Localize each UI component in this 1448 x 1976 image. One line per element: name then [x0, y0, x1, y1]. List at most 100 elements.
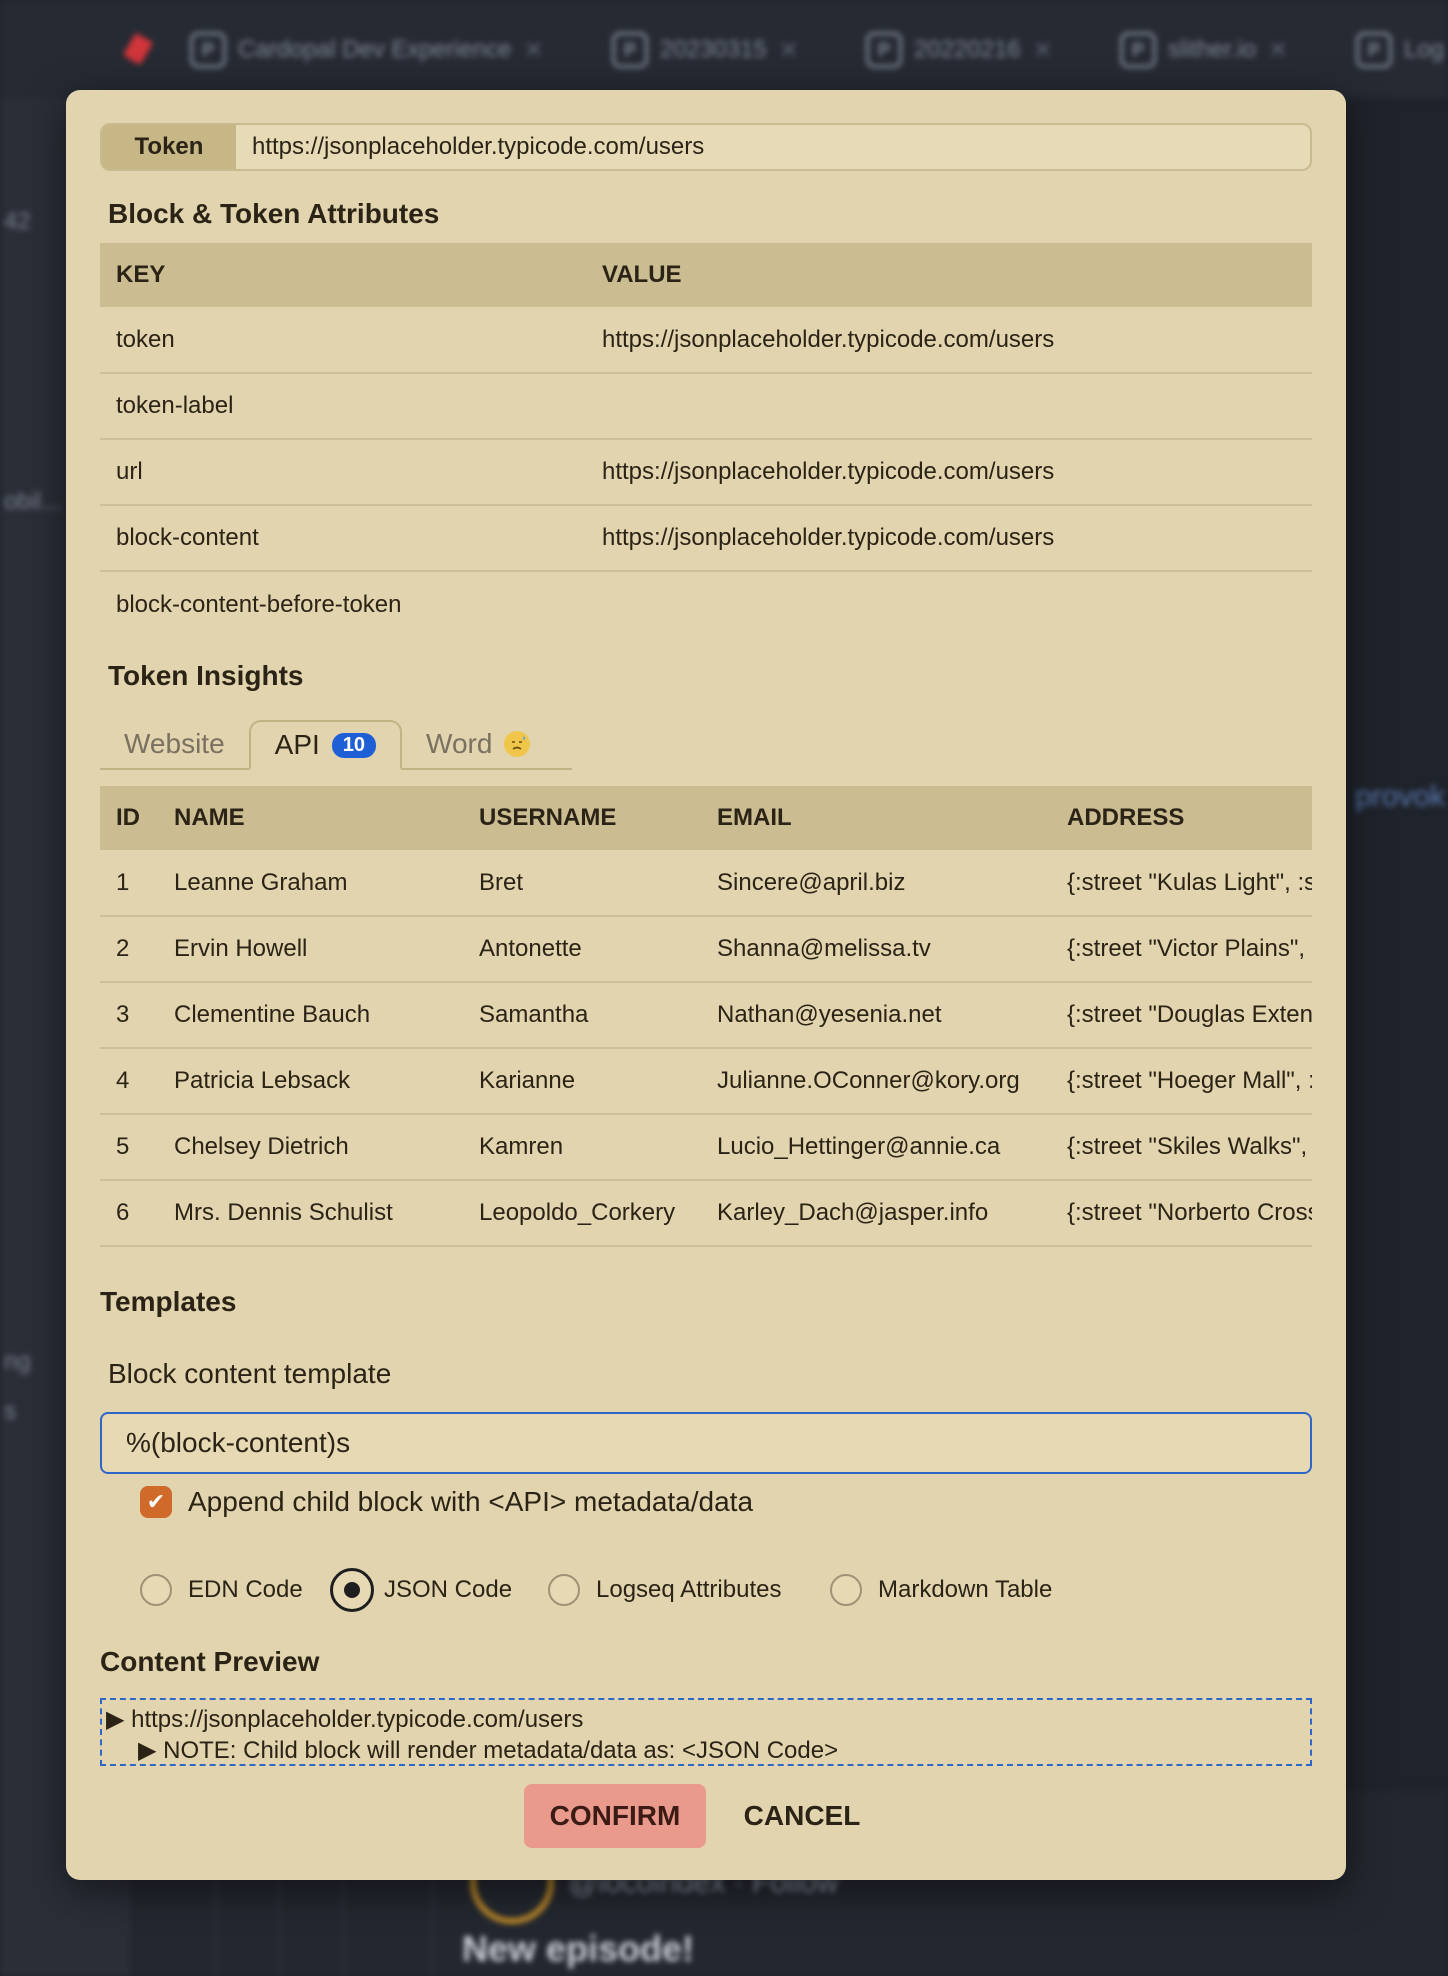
- cell-name: Patricia Lebsack: [158, 1048, 463, 1115]
- sweat-emoji-svg: [505, 732, 530, 756]
- cell-id: 6: [100, 1180, 158, 1247]
- background-tab: P Cardopal Dev Experience ✕: [190, 26, 544, 74]
- radio-button[interactable]: [548, 1574, 580, 1606]
- content-preview-title: Content Preview: [100, 1646, 320, 1677]
- attribute-key: block-content: [100, 505, 586, 572]
- column-header-username: USERNAME: [463, 786, 701, 850]
- cell-username: Karianne: [463, 1048, 701, 1115]
- background-tab-label: 20230315: [660, 36, 767, 63]
- table-row: token-label: [100, 373, 1312, 440]
- cell-username: Kamren: [463, 1114, 701, 1181]
- api-table: ID NAME USERNAME EMAIL ADDRESS 1 Leanne …: [100, 786, 1312, 1247]
- tab-website[interactable]: Website: [100, 720, 249, 768]
- background-link: provok: [1355, 780, 1446, 813]
- cell-id: 3: [100, 982, 158, 1049]
- block-template-label: Block content template: [108, 1358, 392, 1389]
- cell-address: {:street "Skiles Walks", :suite "Suite 3…: [1051, 1114, 1312, 1181]
- cell-email: Lucio_Hettinger@annie.ca: [701, 1114, 1051, 1181]
- radio-label: JSON Code: [384, 1576, 513, 1603]
- cell-name: Ervin Howell: [158, 916, 463, 983]
- column-header-key: KEY: [100, 243, 586, 307]
- close-icon: ✕: [1032, 36, 1053, 64]
- tab-label: Website: [124, 728, 225, 759]
- attributes-table: KEY VALUE token https://jsonplaceholder.…: [100, 243, 1312, 637]
- cell-email: Karley_Dach@jasper.info: [701, 1180, 1051, 1247]
- api-table-scroll[interactable]: ID NAME USERNAME EMAIL ADDRESS 1 Leanne …: [100, 786, 1312, 1247]
- column-header-address: ADDRESS: [1051, 786, 1312, 850]
- background-tab: P 20220216 ✕: [866, 26, 1053, 74]
- cell-name: Clementine Bauch: [158, 982, 463, 1049]
- tab-api[interactable]: API 10: [248, 720, 403, 770]
- preview-line: ▶ NOTE: Child block will render metadata…: [138, 1737, 839, 1764]
- table-row: block-content https://jsonplaceholder.ty…: [100, 505, 1312, 572]
- background-tab-label: 20220216: [914, 36, 1021, 63]
- cell-name: Chelsey Dietrich: [158, 1114, 463, 1181]
- block-template-input[interactable]: %(block-content)s: [100, 1412, 1312, 1474]
- cell-username: Bret: [463, 850, 701, 917]
- confirm-button[interactable]: CONFIRM: [524, 1784, 706, 1848]
- templates-title: Templates: [100, 1286, 237, 1317]
- radio-label: EDN Code: [188, 1576, 303, 1603]
- radio-button[interactable]: [830, 1574, 862, 1606]
- pin-icon: [122, 32, 154, 66]
- attribute-key: block-content-before-token: [116, 590, 402, 618]
- radio-button-selected[interactable]: [330, 1568, 374, 1612]
- table-row: token https://jsonplaceholder.typicode.c…: [100, 307, 1312, 374]
- cell-username: Samantha: [463, 982, 701, 1049]
- cell-name: Leanne Graham: [158, 850, 463, 917]
- content-preview: ▶ https://jsonplaceholder.typicode.com/u…: [100, 1698, 1312, 1766]
- table-row: 5 Chelsey Dietrich Kamren Lucio_Hettinge…: [100, 1114, 1312, 1181]
- cell-username: Leopoldo_Corkery: [463, 1180, 701, 1247]
- table-row: 2 Ervin Howell Antonette Shanna@melissa.…: [100, 916, 1312, 983]
- cell-name: Mrs. Dennis Schulist: [158, 1180, 463, 1247]
- attribute-value: https://jsonplaceholder.typicode.com/use…: [586, 439, 1312, 506]
- tab-label: Word: [426, 728, 493, 759]
- page-icon: P: [1120, 32, 1156, 68]
- count-badge: 10: [331, 732, 377, 758]
- preview-line: ▶ https://jsonplaceholder.typicode.com/u…: [106, 1706, 584, 1733]
- page-icon: P: [866, 32, 902, 68]
- column-header-value: VALUE: [586, 243, 1312, 307]
- background-tab-label: slither.io: [1168, 36, 1257, 63]
- column-header-id: ID: [100, 786, 158, 850]
- cell-address: {:street "Victor Plains", :suite "Suite …: [1051, 916, 1312, 983]
- background-tab-bar: P Cardopal Dev Experience ✕ P 20230315 ✕…: [0, 0, 1448, 98]
- cell-id: 1: [100, 850, 158, 917]
- background-tab: P Log: [1356, 26, 1444, 74]
- tab-label: API: [274, 729, 320, 760]
- page-icon: P: [1356, 32, 1392, 68]
- insights-title: Token Insights: [108, 660, 304, 691]
- attribute-value: [586, 571, 1312, 637]
- token-bar: Token https://jsonplaceholder.typicode.c…: [100, 123, 1312, 171]
- page-icon: P: [612, 32, 648, 68]
- radio-json-code[interactable]: JSON Code: [330, 1568, 513, 1612]
- attribute-value: https://jsonplaceholder.typicode.com/use…: [586, 307, 1312, 374]
- radio-edn-code[interactable]: EDN Code: [140, 1574, 303, 1606]
- column-header-name: NAME: [158, 786, 463, 850]
- close-icon: ✕: [778, 36, 799, 64]
- column-header-email: EMAIL: [701, 786, 1051, 850]
- radio-label: Logseq Attributes: [596, 1576, 782, 1603]
- table-row: 4 Patricia Lebsack Karianne Julianne.OCo…: [100, 1048, 1312, 1115]
- append-child-option[interactable]: ✔ Append child block with <API> metadata…: [140, 1486, 753, 1518]
- token-url[interactable]: https://jsonplaceholder.typicode.com/use…: [236, 125, 704, 169]
- cell-username: Antonette: [463, 916, 701, 983]
- radio-logseq-attributes[interactable]: Logseq Attributes: [548, 1574, 781, 1606]
- close-icon: ✕: [1268, 36, 1289, 64]
- close-icon: ✕: [523, 36, 544, 64]
- attribute-value: [586, 373, 1312, 440]
- attributes-title: Block & Token Attributes: [108, 198, 440, 229]
- radio-button[interactable]: [140, 1574, 172, 1606]
- cell-id: 5: [100, 1114, 158, 1181]
- sidebar-fragment: s: [4, 1398, 16, 1425]
- background-tab-label: Log: [1404, 36, 1445, 63]
- cancel-button[interactable]: CANCEL: [736, 1784, 868, 1848]
- radio-markdown-table[interactable]: Markdown Table: [830, 1574, 1052, 1606]
- append-checkbox[interactable]: ✔: [140, 1486, 172, 1518]
- table-row: block-content-before-token: [100, 571, 1312, 637]
- table-header-row: KEY VALUE: [100, 243, 1312, 307]
- cell-id: 4: [100, 1048, 158, 1115]
- background-tab: P 20230315 ✕: [612, 26, 799, 74]
- post-text: New episode!: [462, 1928, 695, 1969]
- tab-word[interactable]: Word: [402, 720, 554, 768]
